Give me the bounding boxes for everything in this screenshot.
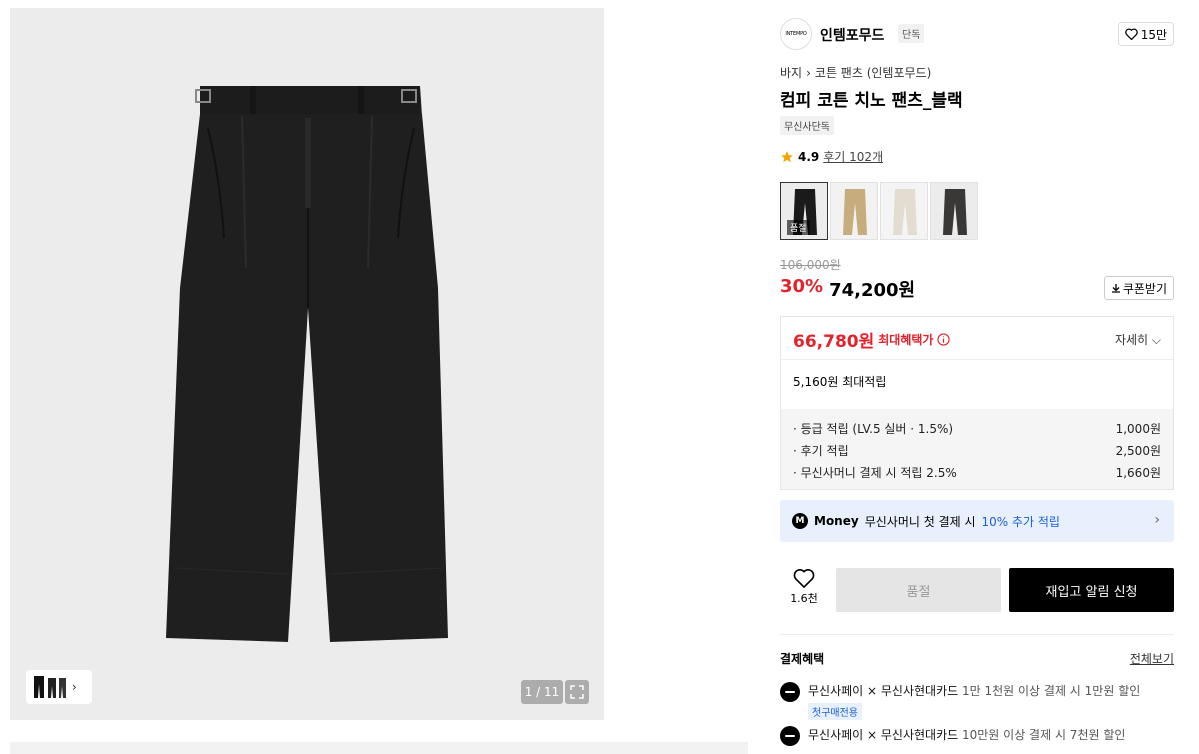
color-option-charcoal[interactable]	[930, 182, 978, 240]
divider	[780, 634, 1174, 635]
points-label: · 후기 적립	[793, 443, 849, 458]
brand-like-button[interactable]: 15만	[1117, 22, 1174, 46]
product-info-panel: INTEMPO 인템포무드 단독 15만 바지 › 코튼 팬츠 (인템포무드) …	[766, 8, 1188, 754]
heart-icon	[1124, 28, 1138, 40]
payment-desc: 10만원 이상 결제 시 7천원 할인	[962, 728, 1126, 742]
first-purchase-tag: 첫구매전용	[808, 703, 862, 720]
benefit-detail-label: 자세히	[1114, 333, 1149, 347]
max-benefit-header: 66,780원 최대혜택가	[793, 327, 951, 352]
image-counter: 1 / 11	[521, 680, 563, 704]
restock-alert-button[interactable]: 재입고 알림 신청	[1009, 568, 1174, 612]
bottom-tab-bar	[10, 742, 748, 754]
payment-benefits-title: 결제혜택	[780, 652, 825, 666]
product-tag: 무신사단독	[780, 116, 834, 135]
brand-name[interactable]: 인템포무드	[820, 25, 884, 45]
points-row: · 등급 적립 (LV.5 실버 · 1.5%) 1,000원	[793, 417, 1161, 439]
payment-benefit-item[interactable]: 무신사페이 × 무신사현대카드 1만 1천원 이상 결제 시 1만원 할인 첫구…	[780, 682, 1174, 720]
card-icon	[780, 682, 800, 702]
original-price: 106,000원	[780, 258, 841, 272]
brand-row: INTEMPO 인템포무드 단독 15만	[780, 18, 1174, 52]
color-options: 품절	[780, 182, 978, 240]
heart-icon	[793, 569, 815, 588]
money-highlight: 10% 추가 적립	[981, 514, 1060, 529]
rating-score: 4.9	[798, 149, 820, 164]
musinsa-money-banner[interactable]: M Money 무신사머니 첫 결제 시 10% 추가 적립 ›	[780, 500, 1174, 542]
chevron-right-icon: ›	[806, 65, 811, 80]
coupon-label: 쿠폰받기	[1122, 281, 1167, 296]
product-gallery[interactable]: › 1 / 11	[10, 8, 604, 720]
breadcrumb-category[interactable]: 바지	[780, 64, 802, 81]
chevron-right-icon: ›	[1154, 512, 1160, 528]
money-logo-icon: M	[792, 513, 808, 529]
chevron-down-icon: ⌵	[1151, 333, 1161, 347]
coupon-button[interactable]: 쿠폰받기	[1103, 276, 1174, 300]
star-icon	[781, 150, 793, 162]
brand-logo[interactable]: INTEMPO	[780, 18, 812, 50]
points-row: · 무신사머니 결제 시 적립 2.5% 1,660원	[793, 461, 1161, 483]
exclusive-badge: 단독	[898, 24, 925, 43]
max-points-summary: 5,160원 최대적립	[793, 375, 887, 389]
product-main-image	[166, 86, 448, 642]
points-value: 2,500원	[1115, 443, 1161, 458]
download-icon	[1111, 284, 1120, 293]
info-icon[interactable]	[937, 333, 951, 346]
color-option-black[interactable]: 품절	[780, 182, 828, 240]
breadcrumb: 바지 › 코튼 팬츠 (인템포무드)	[780, 64, 931, 81]
max-benefit-label: 최대혜택가	[878, 333, 934, 347]
card-icon	[780, 726, 800, 746]
discount-rate: 30%	[780, 276, 824, 297]
thumbnail-image[interactable]	[32, 674, 68, 700]
breadcrumb-subcategory[interactable]: 코튼 팬츠 (인템포무드)	[815, 64, 931, 81]
payment-card-name: 무신사페이 × 무신사현대카드	[808, 684, 959, 698]
max-benefit-box: 66,780원 최대혜택가 자세히 ⌵ 5,160원 최대적립 · 등급 적립 …	[780, 316, 1174, 490]
points-value: 1,000원	[1115, 421, 1161, 436]
payment-view-all-link[interactable]: 전체보기	[1130, 650, 1174, 667]
points-value: 1,660원	[1115, 465, 1161, 480]
soldout-button[interactable]: 품절	[836, 568, 1001, 612]
rating: 4.9 후기 102개	[780, 148, 883, 165]
max-benefit-price: 66,780원	[793, 332, 875, 352]
points-label: · 등급 적립 (LV.5 실버 · 1.5%)	[793, 421, 954, 436]
money-text: 무신사머니 첫 결제 시	[864, 514, 976, 529]
points-label: · 무신사머니 결제 시 적립 2.5%	[793, 465, 957, 480]
product-title: 컴피 코튼 치노 팬츠_블랙	[780, 91, 963, 111]
color-option-beige[interactable]	[830, 182, 878, 240]
sale-price-row: 30% 74,200원	[780, 276, 915, 302]
points-breakdown: · 등급 적립 (LV.5 실버 · 1.5%) 1,000원 · 후기 적립 …	[781, 409, 1173, 489]
payment-card-name: 무신사페이 × 무신사현대카드	[808, 728, 959, 742]
money-word: Money	[814, 514, 859, 528]
benefit-detail-toggle[interactable]: 자세히 ⌵	[1115, 331, 1161, 348]
wishlist-button[interactable]: 1.6천	[780, 568, 828, 612]
divider	[781, 359, 1173, 360]
sale-price: 74,200원	[829, 280, 916, 301]
chevron-right-icon[interactable]: ›	[72, 680, 77, 694]
payment-desc: 1만 1천원 이상 결제 시 1만원 할인	[962, 684, 1141, 698]
brand-like-count: 15만	[1140, 27, 1167, 42]
color-option-ivory[interactable]	[880, 182, 928, 240]
thumbnail-strip[interactable]: ›	[26, 670, 92, 704]
wishlist-count: 1.6천	[790, 592, 818, 605]
review-link[interactable]: 후기 102개	[823, 148, 883, 165]
payment-benefit-item[interactable]: 무신사페이 × 무신사현대카드 10만원 이상 결제 시 7천원 할인	[780, 726, 1174, 746]
points-row: · 후기 적립 2,500원	[793, 439, 1161, 461]
soldout-label: 품절	[787, 220, 810, 235]
expand-icon[interactable]	[565, 680, 589, 704]
